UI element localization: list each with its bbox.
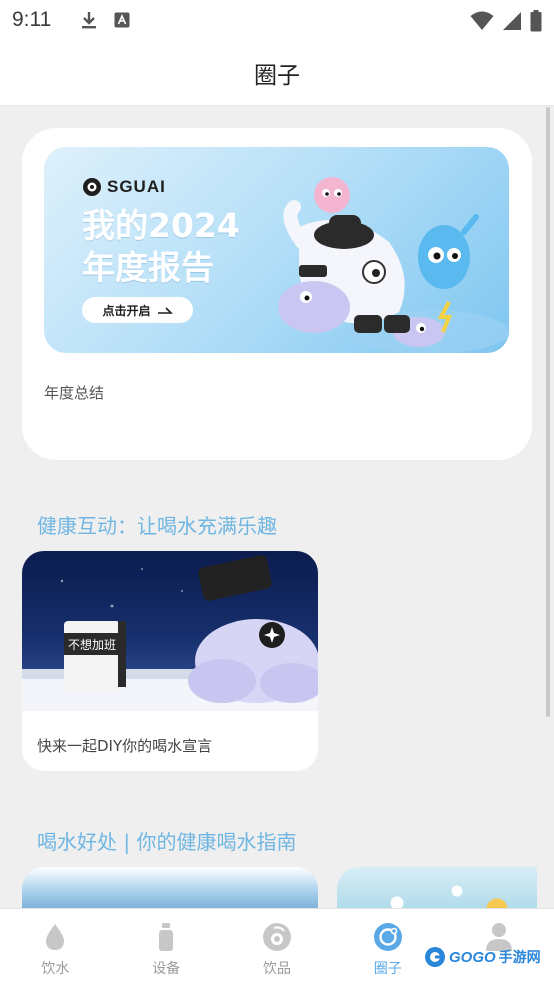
gogo-watermark: GOGO 手游网 [424, 946, 541, 968]
page-title: 圈子 [254, 62, 300, 89]
nav-item-drinks[interactable]: 饮品 [222, 909, 333, 984]
signal-icon [502, 11, 522, 35]
annual-summary-label: 年度总结 [44, 384, 105, 402]
status-time: 9:11 [12, 8, 52, 31]
battery-icon [530, 10, 542, 36]
water-drop-icon [40, 922, 70, 952]
title-bar: 圈子 [0, 40, 554, 106]
nav-item-drink-water[interactable]: 饮水 [0, 909, 111, 984]
nav-label-drinks: 饮品 [262, 961, 291, 977]
banner-headline-line2: 年度报告 [82, 248, 214, 287]
benefits-card-2[interactable] [337, 867, 537, 908]
diy-card-image: 不想加班 [22, 551, 318, 711]
banner-headline: 我的2024 年度报告 [82, 205, 240, 289]
sguai-logo: SGUAI [82, 177, 166, 197]
nav-item-device[interactable]: 设备 [111, 909, 222, 984]
circle-icon [373, 922, 403, 952]
gogo-logo-icon [425, 947, 445, 967]
watermark-suffix: 手游网 [498, 950, 541, 966]
watermark-brand: GOGO [449, 948, 496, 966]
open-report-button-label: 点击开启 [102, 303, 151, 318]
download-icon [80, 10, 98, 30]
diy-declaration-card[interactable]: 不想加班 快来一起DIY你的喝水宣言 [22, 551, 318, 771]
scrollbar[interactable] [546, 107, 550, 717]
section-title-benefits: 喝水好处 | 你的健康喝水指南 [37, 830, 297, 854]
content-scroll-area[interactable]: SGUAI 我的2024 年度报告 点击开启 年度总结 健康互动：让喝水充满乐趣 [0, 107, 554, 908]
wifi-icon [470, 11, 494, 35]
bottle-icon [151, 922, 181, 952]
annual-report-banner[interactable]: SGUAI 我的2024 年度报告 点击开启 [44, 147, 509, 353]
arrow-right-icon [157, 307, 173, 314]
sguai-logo-text: SGUAI [107, 177, 166, 196]
cup-text: 不想加班 [68, 637, 116, 652]
status-bar: 9:11 [0, 0, 554, 40]
sguai-logo-icon [83, 178, 101, 196]
banner-headline-line1: 我的2024 [82, 206, 240, 245]
open-report-button[interactable]: 点击开启 [82, 297, 193, 323]
nav-label-device: 设备 [152, 961, 181, 977]
drink-icon [262, 922, 292, 952]
annual-report-card[interactable]: SGUAI 我的2024 年度报告 点击开启 年度总结 [22, 128, 532, 460]
font-a-icon [114, 12, 130, 28]
benefits-card-1[interactable] [22, 867, 318, 908]
diy-card-label: 快来一起DIY你的喝水宣言 [37, 737, 213, 755]
section-title-interaction: 健康互动：让喝水充满乐趣 [37, 514, 277, 538]
nav-label-circle: 圈子 [373, 961, 402, 977]
nav-label-drink-water: 饮水 [41, 961, 70, 977]
